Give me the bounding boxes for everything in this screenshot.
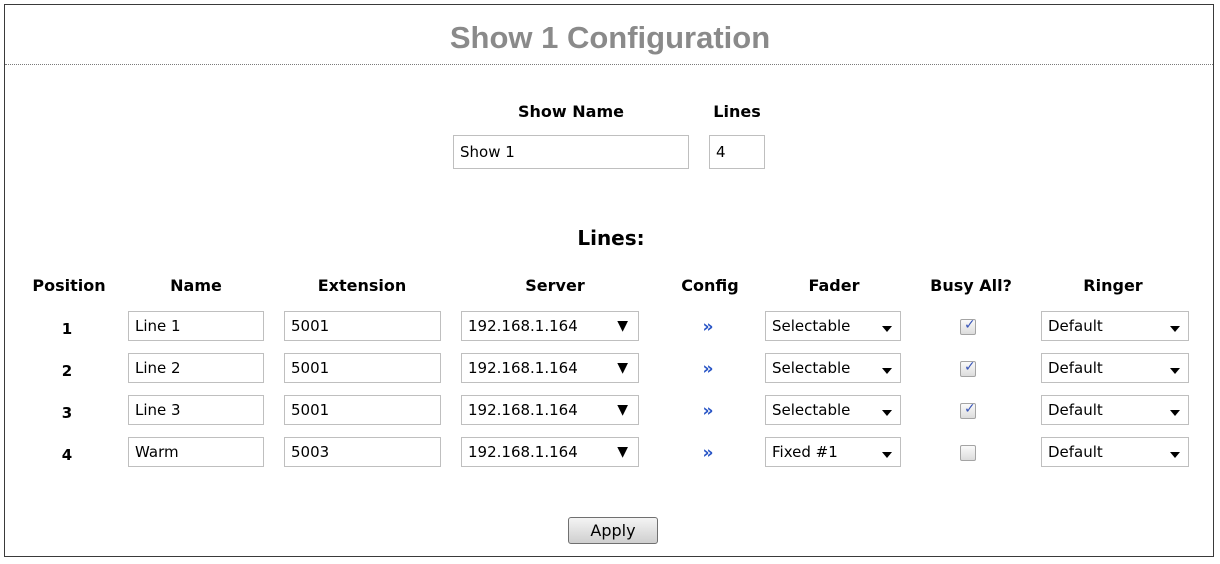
col-header-config: Config xyxy=(681,276,739,295)
triangle-down-icon: ▼ xyxy=(617,402,628,418)
col-header-ringer: Ringer xyxy=(1083,276,1143,295)
fader-select[interactable]: Selectable xyxy=(765,395,901,425)
caret-down-icon xyxy=(882,410,892,416)
caret-down-icon xyxy=(882,326,892,332)
line-name-input[interactable]: Line 2 xyxy=(128,353,264,383)
server-select-value: 192.168.1.164 xyxy=(468,359,578,377)
col-header-busy-all: Busy All? xyxy=(930,276,1012,295)
ringer-select-value: Default xyxy=(1048,359,1103,377)
caret-down-icon xyxy=(1170,452,1180,458)
extension-input[interactable]: 5003 xyxy=(284,437,441,467)
ringer-select-value: Default xyxy=(1048,401,1103,419)
col-header-fader: Fader xyxy=(808,276,860,295)
row-position: 2 xyxy=(61,362,73,380)
fader-select-value: Selectable xyxy=(772,317,851,335)
busy-all-checkbox[interactable]: ✓ xyxy=(960,359,976,377)
ringer-select-value: Default xyxy=(1048,317,1103,335)
server-select-value: 192.168.1.164 xyxy=(468,317,578,335)
col-header-name: Name xyxy=(170,276,222,295)
caret-down-icon xyxy=(1170,326,1180,332)
ringer-select[interactable]: Default xyxy=(1041,437,1189,467)
row-position: 4 xyxy=(61,446,73,464)
extension-input[interactable]: 5001 xyxy=(284,395,441,425)
checkmark-icon: ✓ xyxy=(964,359,976,375)
apply-button[interactable]: Apply xyxy=(568,517,658,544)
title-divider xyxy=(5,64,1213,65)
ringer-select[interactable]: Default xyxy=(1041,353,1189,383)
fader-select[interactable]: Fixed #1 xyxy=(765,437,901,467)
fader-select[interactable]: Selectable xyxy=(765,353,901,383)
lines-section-heading: Lines: xyxy=(577,226,645,250)
checkmark-icon: ✓ xyxy=(964,401,976,417)
busy-all-checkbox[interactable]: ✓ xyxy=(960,317,976,335)
checkmark-icon: ✓ xyxy=(964,317,976,333)
fader-select[interactable]: Selectable xyxy=(765,311,901,341)
col-header-position: Position xyxy=(32,276,106,295)
busy-all-checkbox[interactable]: ✓ xyxy=(960,401,976,419)
caret-down-icon xyxy=(1170,368,1180,374)
row-position: 3 xyxy=(61,404,73,422)
triangle-down-icon: ▼ xyxy=(617,444,628,460)
busy-all-checkbox[interactable] xyxy=(960,445,976,461)
config-link[interactable]: » xyxy=(703,359,714,379)
line-name-input[interactable]: Line 3 xyxy=(128,395,264,425)
server-select-value: 192.168.1.164 xyxy=(468,401,578,419)
caret-down-icon xyxy=(882,368,892,374)
line-name-input[interactable]: Warm xyxy=(128,437,264,467)
triangle-down-icon: ▼ xyxy=(617,360,628,376)
config-link[interactable]: » xyxy=(703,401,714,421)
server-select[interactable]: 192.168.1.164 ▼ xyxy=(461,311,639,341)
server-select[interactable]: 192.168.1.164 ▼ xyxy=(461,437,639,467)
server-select[interactable]: 192.168.1.164 ▼ xyxy=(461,353,639,383)
ringer-select[interactable]: Default xyxy=(1041,395,1189,425)
fader-select-value: Selectable xyxy=(772,401,851,419)
page-title: Show 1 Configuration xyxy=(449,20,771,55)
triangle-down-icon: ▼ xyxy=(617,318,628,334)
server-select[interactable]: 192.168.1.164 ▼ xyxy=(461,395,639,425)
col-header-extension: Extension xyxy=(317,276,407,295)
server-select-value: 192.168.1.164 xyxy=(468,443,578,461)
caret-down-icon xyxy=(1170,410,1180,416)
caret-down-icon xyxy=(882,452,892,458)
config-link[interactable]: » xyxy=(703,317,714,337)
line-name-input[interactable]: Line 1 xyxy=(128,311,264,341)
config-link[interactable]: » xyxy=(703,443,714,463)
fader-select-value: Fixed #1 xyxy=(772,443,838,461)
row-position: 1 xyxy=(61,320,73,338)
ringer-select[interactable]: Default xyxy=(1041,311,1189,341)
ringer-select-value: Default xyxy=(1048,443,1103,461)
lines-count-input[interactable]: 4 xyxy=(709,135,765,169)
extension-input[interactable]: 5001 xyxy=(284,311,441,341)
fader-select-value: Selectable xyxy=(772,359,851,377)
lines-count-label: Lines xyxy=(713,102,761,121)
extension-input[interactable]: 5001 xyxy=(284,353,441,383)
show-name-input[interactable]: Show 1 xyxy=(453,135,689,169)
config-panel: Show 1 Configuration Show Name Lines Sho… xyxy=(4,4,1214,557)
show-name-label: Show Name xyxy=(518,102,624,121)
col-header-server: Server xyxy=(525,276,585,295)
